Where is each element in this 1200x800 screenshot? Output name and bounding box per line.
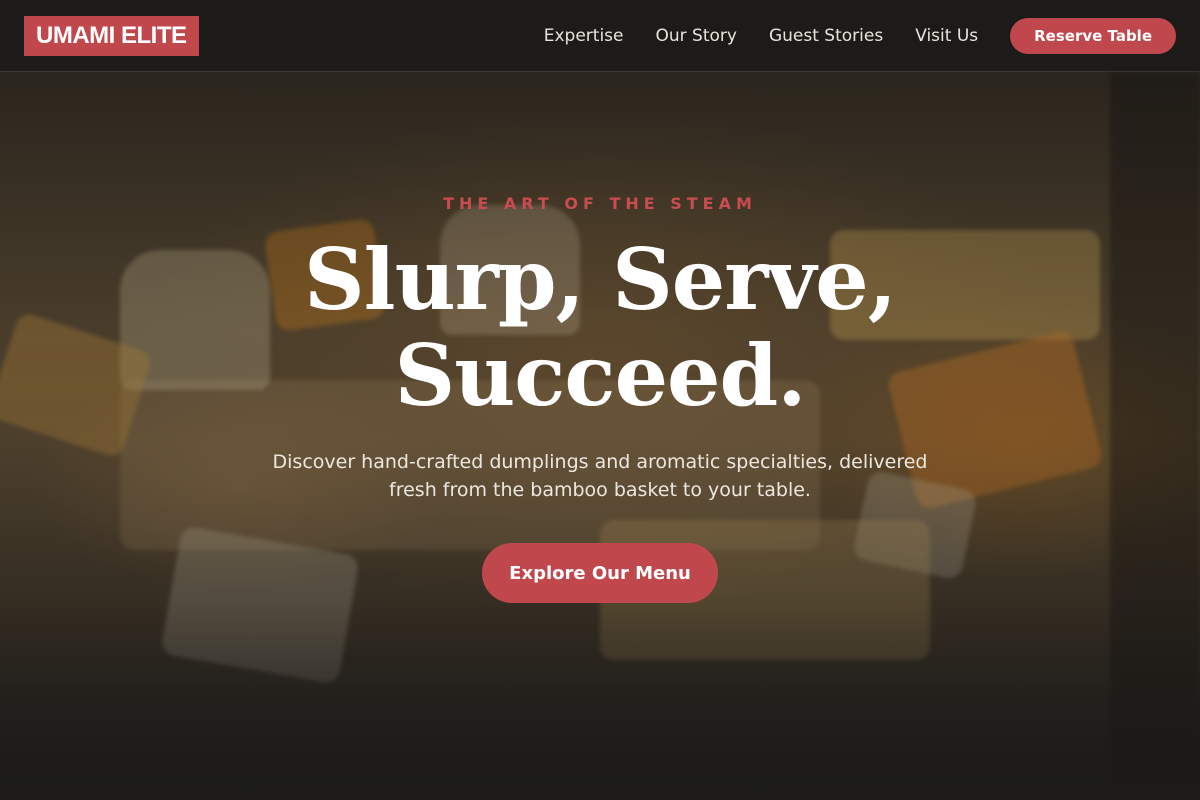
nav-link-our-story[interactable]: Our Story <box>656 26 737 46</box>
brand-logo[interactable]: UMAMI ELITE <box>24 15 199 56</box>
nav-link-guest-stories[interactable]: Guest Stories <box>769 26 883 46</box>
site-header: UMAMI ELITE Expertise Our Story Guest St… <box>0 0 1200 72</box>
hero-title: Slurp, Serve, Succeed. <box>0 232 1200 424</box>
hero-subtitle: Discover hand-crafted dumplings and arom… <box>272 451 928 501</box>
hero-eyebrow: THE ART OF THE STEAM <box>443 194 757 213</box>
nav-link-visit-us[interactable]: Visit Us <box>915 26 978 46</box>
main-nav: Expertise Our Story Guest Stories Visit … <box>544 17 1176 54</box>
hero-section: THE ART OF THE STEAM Slurp, Serve, Succe… <box>0 72 1200 800</box>
nav-link-expertise[interactable]: Expertise <box>544 26 624 46</box>
hero-title-line-2: Succeed. <box>394 326 807 425</box>
explore-menu-button[interactable]: Explore Our Menu <box>482 543 718 603</box>
page: UMAMI ELITE Expertise Our Story Guest St… <box>0 0 1200 800</box>
hero-title-line-1: Slurp, Serve, <box>304 230 897 329</box>
reserve-table-button[interactable]: Reserve Table <box>1010 17 1176 54</box>
